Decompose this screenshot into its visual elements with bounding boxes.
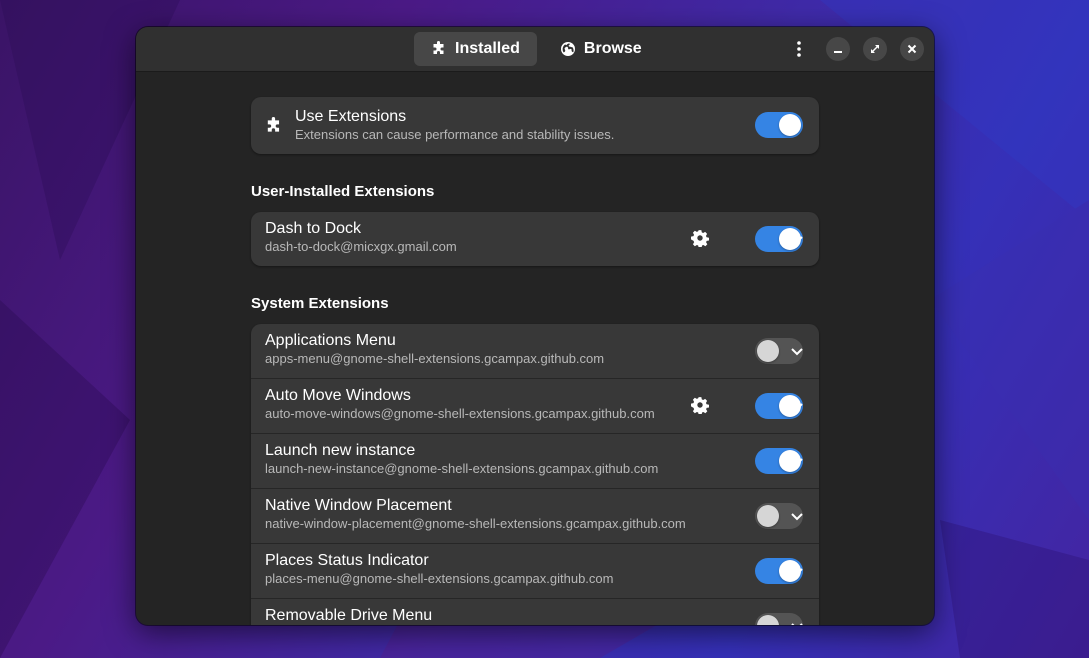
chevron-down-icon[interactable] [789, 343, 805, 359]
extension-name: Auto Move Windows [265, 387, 411, 404]
extension-name: Native Window Placement [265, 497, 452, 514]
extension-uuid: dash-to-dock@micxgx.gmail.com [265, 239, 457, 254]
extension-name: Dash to Dock [265, 220, 362, 237]
extension-uuid: auto-move-windows@gnome-shell-extensions… [265, 406, 655, 421]
system-section-title: System Extensions [251, 295, 389, 312]
extension-name: Launch new instance [265, 442, 416, 459]
extension-name: Removable Drive Menu [265, 607, 433, 624]
extension-row[interactable]: Auto Move Windows auto-move-windows@gnom… [251, 379, 819, 434]
extension-uuid: native-window-placement@gnome-shell-exte… [265, 516, 686, 531]
extension-row[interactable]: Removable Drive Menu [251, 599, 819, 625]
close-button[interactable] [900, 37, 924, 61]
puzzle-icon [433, 41, 444, 54]
extension-row[interactable]: Dash to Dock dash-to-dock@micxgx.gmail.c… [251, 212, 819, 266]
extensions-list: Use Extensions Extensions can cause perf… [251, 97, 819, 625]
minimize-button[interactable] [826, 37, 850, 61]
chevron-down-icon[interactable] [789, 563, 805, 579]
gear-icon[interactable] [691, 229, 709, 247]
use-extensions-subtitle: Extensions can cause performance and sta… [295, 127, 615, 142]
close-icon [907, 44, 917, 54]
tab-installed[interactable]: Installed [414, 32, 537, 66]
chevron-down-icon[interactable] [789, 453, 805, 469]
gear-icon[interactable] [691, 396, 709, 414]
extension-row[interactable]: Launch new instance launch-new-instance@… [251, 434, 819, 489]
user-extensions-card: Dash to Dock dash-to-dock@micxgx.gmail.c… [251, 212, 819, 266]
extension-uuid: places-menu@gnome-shell-extensions.gcamp… [265, 571, 614, 586]
extension-row[interactable]: Native Window Placement native-window-pl… [251, 489, 819, 544]
maximize-button[interactable] [863, 37, 887, 61]
extension-uuid: launch-new-instance@gnome-shell-extensio… [265, 461, 659, 476]
extension-name: Places Status Indicator [265, 552, 429, 569]
user-section-title: User-Installed Extensions [251, 183, 435, 200]
tab-installed-label: Installed [455, 40, 520, 57]
kebab-menu-icon[interactable] [787, 37, 811, 61]
maximize-icon [871, 45, 879, 53]
chevron-down-icon[interactable] [789, 231, 805, 247]
extension-name: Applications Menu [265, 332, 396, 349]
system-extensions-card: Applications Menu apps-menu@gnome-shell-… [251, 324, 819, 625]
extension-row[interactable]: Places Status Indicator places-menu@gnom… [251, 544, 819, 599]
extension-uuid: apps-menu@gnome-shell-extensions.gcampax… [265, 351, 605, 366]
tab-browse-label: Browse [583, 40, 642, 57]
globe-icon [560, 42, 575, 56]
chevron-down-icon[interactable] [789, 618, 805, 625]
chevron-down-icon[interactable] [789, 508, 805, 524]
minimize-icon [834, 51, 842, 53]
extensions-window: Installed Browse Use Extensions Extensio… [136, 27, 934, 625]
view-switcher: Installed Browse [414, 32, 659, 66]
tab-browse[interactable]: Browse [543, 32, 659, 66]
use-extensions-title: Use Extensions [295, 108, 407, 125]
window-controls [787, 37, 924, 61]
use-extensions-switch[interactable] [755, 112, 803, 138]
chevron-down-icon[interactable] [789, 398, 805, 414]
use-extensions-card: Use Extensions Extensions can cause perf… [251, 97, 819, 154]
header-bar: Installed Browse [136, 27, 934, 72]
use-extensions-row: Use Extensions Extensions can cause perf… [251, 97, 819, 154]
puzzle-icon [267, 117, 280, 132]
extension-row[interactable]: Applications Menu apps-menu@gnome-shell-… [251, 324, 819, 379]
